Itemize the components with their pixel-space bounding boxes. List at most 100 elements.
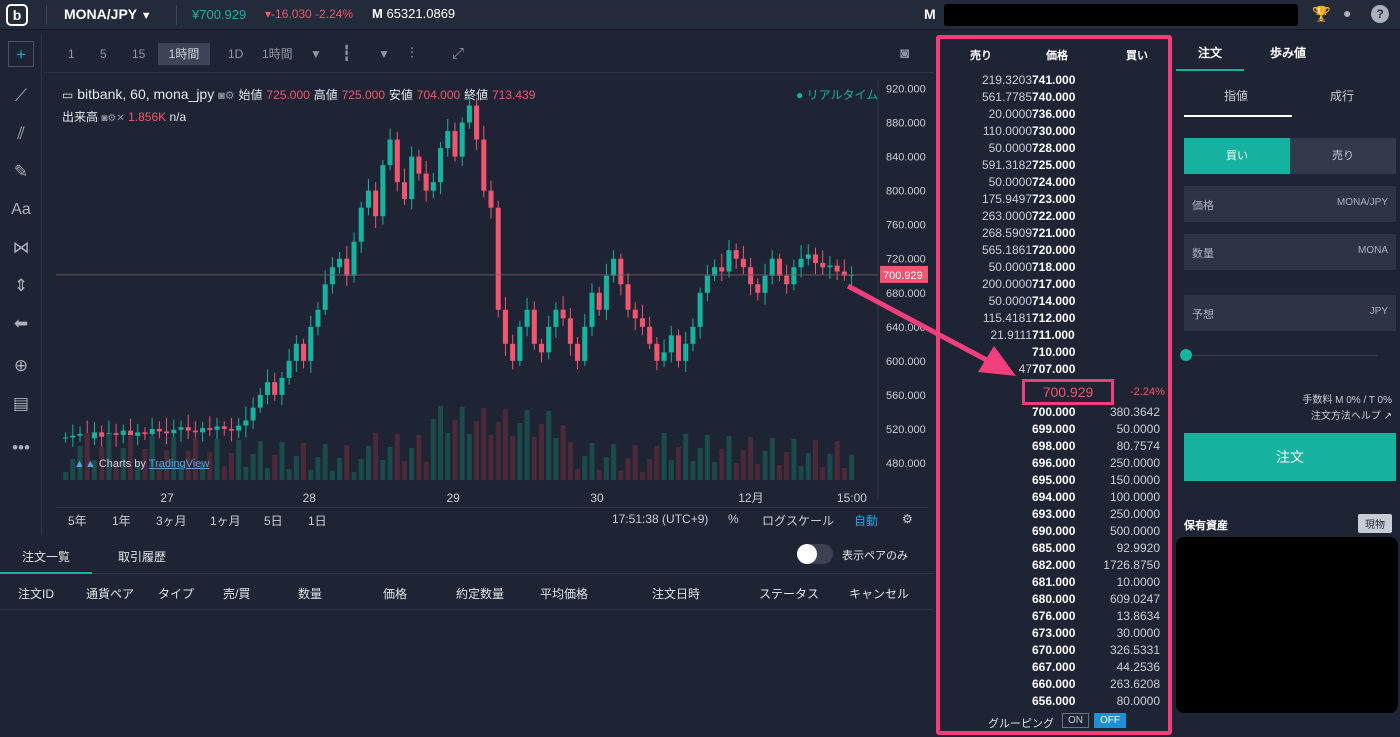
camera-icon[interactable]: ◙	[894, 43, 915, 65]
arrow-left-icon[interactable]: ⬅	[8, 311, 34, 337]
high-label: 高値	[313, 88, 338, 102]
price-field[interactable]: 価格 MONA/JPY	[1184, 186, 1396, 222]
tab-open-orders[interactable]: 注文一覧	[22, 548, 70, 565]
interval-select[interactable]: 1時間	[256, 43, 299, 65]
ask-row[interactable]: 591.3182 725.000	[940, 158, 1168, 175]
ask-row[interactable]: 561.7785 740.000	[940, 90, 1168, 107]
bid-row[interactable]: 682.000 1726.8750	[940, 558, 1168, 575]
tab-trades[interactable]: 歩み値	[1270, 44, 1306, 61]
text-tool-icon[interactable]: Aa	[8, 197, 34, 223]
bid-row[interactable]: 690.000 500.0000	[940, 524, 1168, 541]
range-5y[interactable]: 5年	[68, 512, 87, 529]
percent-toggle[interactable]: %	[728, 512, 739, 526]
tab-limit[interactable]: 指値	[1224, 87, 1248, 104]
bid-row[interactable]: 680.000 609.0247	[940, 592, 1168, 609]
ask-row[interactable]: 20.0000 736.000	[940, 107, 1168, 124]
ask-price: 730.000	[1032, 124, 1076, 138]
bid-row[interactable]: 696.000 250.0000	[940, 456, 1168, 473]
submit-order-button[interactable]: 注文	[1184, 433, 1396, 481]
bid-row[interactable]: 700.000 380.3642	[940, 405, 1168, 422]
sell-button[interactable]: 売り	[1290, 138, 1396, 174]
amount-slider-handle[interactable]	[1180, 349, 1192, 361]
tab-order[interactable]: 注文	[1198, 44, 1222, 61]
chevron-down-icon[interactable]: ▼	[304, 43, 328, 65]
help-icon[interactable]: ?	[1371, 5, 1389, 23]
range-3m[interactable]: 3ヶ月	[156, 512, 187, 529]
ask-price: 724.000	[1032, 175, 1076, 189]
fib-icon[interactable]: ⫽	[8, 121, 34, 147]
estimate-field[interactable]: 予想 JPY	[1184, 295, 1396, 331]
ask-row[interactable]: 219.3203 741.000	[940, 73, 1168, 90]
tf-1[interactable]: 1	[62, 43, 81, 65]
tf-1d[interactable]: 1D	[222, 43, 249, 65]
ask-row[interactable]: 175.9497 723.000	[940, 192, 1168, 209]
amount-slider-track[interactable]	[1188, 355, 1378, 356]
ask-row[interactable]: 110.0000 730.000	[940, 124, 1168, 141]
bid-row[interactable]: 698.000 80.7574	[940, 439, 1168, 456]
zoom-icon[interactable]: ⊕	[8, 353, 34, 379]
crosshair-icon[interactable]: +	[8, 41, 34, 67]
settings-icon[interactable]: ◙⚙✕	[101, 113, 124, 124]
bitbank-logo-icon[interactable]: b	[6, 4, 28, 26]
price-chart[interactable]: 920.000 880.000 840.000 800.000 760.000 720.0…	[56, 80, 928, 510]
collapse-icon[interactable]: ▭	[62, 88, 73, 102]
bid-row[interactable]: 699.000 50.0000	[940, 422, 1168, 439]
tf-5[interactable]: 5	[94, 43, 113, 65]
bid-row[interactable]: 667.000 44.2536	[940, 660, 1168, 677]
grouping-off-button[interactable]: OFF	[1094, 713, 1126, 728]
range-5d[interactable]: 5日	[264, 512, 283, 529]
y-tick-label: 760.000	[886, 220, 926, 232]
ask-row[interactable]: 50.0000 728.000	[940, 141, 1168, 158]
measure-icon[interactable]: ⇕	[8, 273, 34, 299]
tradingview-watermark[interactable]: ▲▲ Charts by TradingView	[74, 458, 209, 470]
bid-row[interactable]: 694.000 100.0000	[940, 490, 1168, 507]
indicators-icon[interactable]: ⫶	[404, 43, 420, 65]
chevron-down-icon[interactable]: ▼	[372, 43, 396, 65]
bid-price: 667.000	[1032, 660, 1076, 674]
gear-icon[interactable]: ⚙	[902, 512, 913, 526]
quantity-field[interactable]: 数量 MONA	[1184, 234, 1396, 270]
ask-row[interactable]: 50.0000 718.000	[940, 260, 1168, 277]
bid-row[interactable]: 670.000 326.5331	[940, 643, 1168, 660]
tf-1h[interactable]: 1時間	[158, 43, 210, 65]
pair-selector[interactable]: MONA/JPY ▼	[64, 6, 152, 22]
pattern-icon[interactable]: ⋈	[8, 235, 34, 261]
trendline-icon[interactable]: ⟋	[8, 83, 34, 109]
settings-icon[interactable]: ◙⚙	[218, 90, 235, 102]
range-1m[interactable]: 1ヶ月	[210, 512, 241, 529]
bid-row[interactable]: 681.000 10.0000	[940, 575, 1168, 592]
user-icon[interactable]: ●	[1343, 5, 1351, 21]
tab-market[interactable]: 成行	[1330, 87, 1354, 104]
log-scale-toggle[interactable]: ログスケール	[762, 512, 834, 529]
bid-row[interactable]: 685.000 92.9920	[940, 541, 1168, 558]
range-1d[interactable]: 1日	[308, 512, 327, 529]
brush-icon[interactable]: ✎	[8, 159, 34, 185]
order-help-link[interactable]: 注文方法ヘルプ ↗	[1311, 407, 1392, 422]
bid-row[interactable]: 676.000 13.8634	[940, 609, 1168, 626]
tab-trade-history[interactable]: 取引履歴	[118, 548, 166, 565]
ruler-icon[interactable]: ▤	[8, 391, 34, 417]
tradingview-link[interactable]: TradingView	[149, 458, 210, 470]
grouping-on-button[interactable]: ON	[1062, 713, 1089, 728]
ask-row[interactable]: 268.5909 721.000	[940, 226, 1168, 243]
pair-only-toggle[interactable]	[797, 544, 833, 564]
auto-scale-toggle[interactable]: 自動	[854, 512, 878, 529]
volume-bar	[618, 471, 624, 480]
ask-row[interactable]: 263.0000 722.000	[940, 209, 1168, 226]
fullscreen-icon[interactable]: ⤢	[446, 43, 470, 65]
bid-row[interactable]: 660.000 263.6208	[940, 677, 1168, 694]
spot-badge[interactable]: 現物	[1358, 514, 1392, 533]
trophy-icon[interactable]: 🏆	[1312, 5, 1331, 23]
bid-row[interactable]: 656.000 80.0000	[940, 694, 1168, 711]
tf-15[interactable]: 15	[126, 43, 151, 65]
bid-price: 660.000	[1032, 677, 1076, 691]
candle-type-icon[interactable]: ┇	[336, 43, 357, 65]
bid-row[interactable]: 693.000 250.0000	[940, 507, 1168, 524]
more-icon[interactable]: •••	[8, 435, 34, 461]
bid-row[interactable]: 673.000 30.0000	[940, 626, 1168, 643]
bid-row[interactable]: 695.000 150.0000	[940, 473, 1168, 490]
ask-row[interactable]: 50.0000 724.000	[940, 175, 1168, 192]
buy-button[interactable]: 買い	[1184, 138, 1290, 174]
range-1y[interactable]: 1年	[112, 512, 131, 529]
ask-row[interactable]: 565.1861 720.000	[940, 243, 1168, 260]
